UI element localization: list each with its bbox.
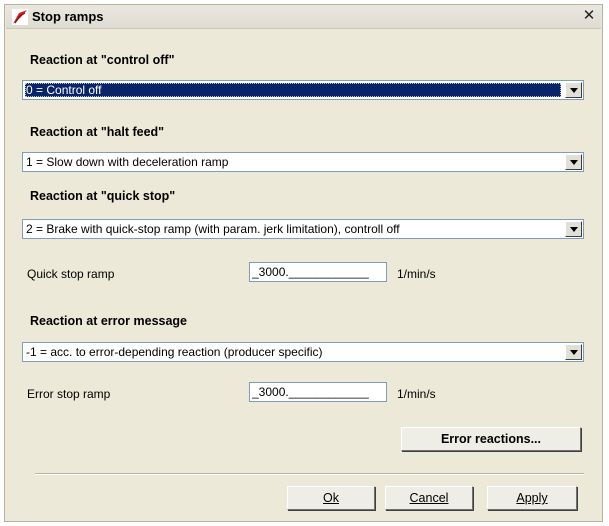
control-off-select[interactable]: 0 = Control off [22,80,584,100]
cancel-button[interactable]: Cancel [385,486,473,510]
chevron-down-icon [570,350,578,355]
halt-feed-value: 1 = Slow down with deceleration ramp [26,155,229,169]
apply-button[interactable]: Apply [487,486,577,510]
quick-stop-select[interactable]: 2 = Brake with quick-stop ramp (with par… [22,219,584,239]
quick-stop-label: Reaction at "quick stop" [30,189,176,203]
error-stop-ramp-unit: 1/min/s [397,387,436,401]
chevron-down-icon [570,227,578,232]
chevron-down-icon [570,88,578,93]
halt-feed-dropdown-button[interactable] [565,154,582,170]
error-stop-ramp-input[interactable] [249,382,387,402]
halt-feed-label: Reaction at "halt feed" [30,125,165,139]
quick-stop-ramp-label: Quick stop ramp [27,267,115,281]
error-reactions-button[interactable]: Error reactions... [401,427,581,451]
apply-button-label: Apply [516,491,548,505]
error-message-select[interactable]: -1 = acc. to error-depending reaction (p… [22,342,584,362]
close-icon[interactable]: ✕ [581,8,597,24]
quick-stop-value: 2 = Brake with quick-stop ramp (with par… [26,222,400,236]
control-off-dropdown-button[interactable] [565,82,582,98]
quick-stop-dropdown-button[interactable] [565,221,582,237]
error-message-label: Reaction at error message [30,314,188,328]
error-message-dropdown-button[interactable] [565,344,582,360]
ok-button[interactable]: Ok [287,486,375,510]
error-stop-ramp-label: Error stop ramp [27,387,111,401]
window-title: Stop ramps [32,9,104,24]
stop-ramps-dialog: Stop ramps ✕ Reaction at "control off" 0… [4,4,603,522]
control-off-label: Reaction at "control off" [30,53,175,67]
cancel-button-label: Cancel [409,491,449,505]
halt-feed-select[interactable]: 1 = Slow down with deceleration ramp [22,152,584,172]
control-off-value: 0 = Control off [25,83,561,97]
error-message-value: -1 = acc. to error-depending reaction (p… [26,345,323,359]
quick-stop-ramp-input[interactable] [249,262,387,282]
quick-stop-ramp-unit: 1/min/s [397,267,436,281]
chevron-down-icon [570,160,578,165]
app-logo-icon [12,9,28,25]
separator [35,473,584,475]
title-bar[interactable]: Stop ramps ✕ [6,6,601,29]
ok-button-label: Ok [323,491,339,505]
